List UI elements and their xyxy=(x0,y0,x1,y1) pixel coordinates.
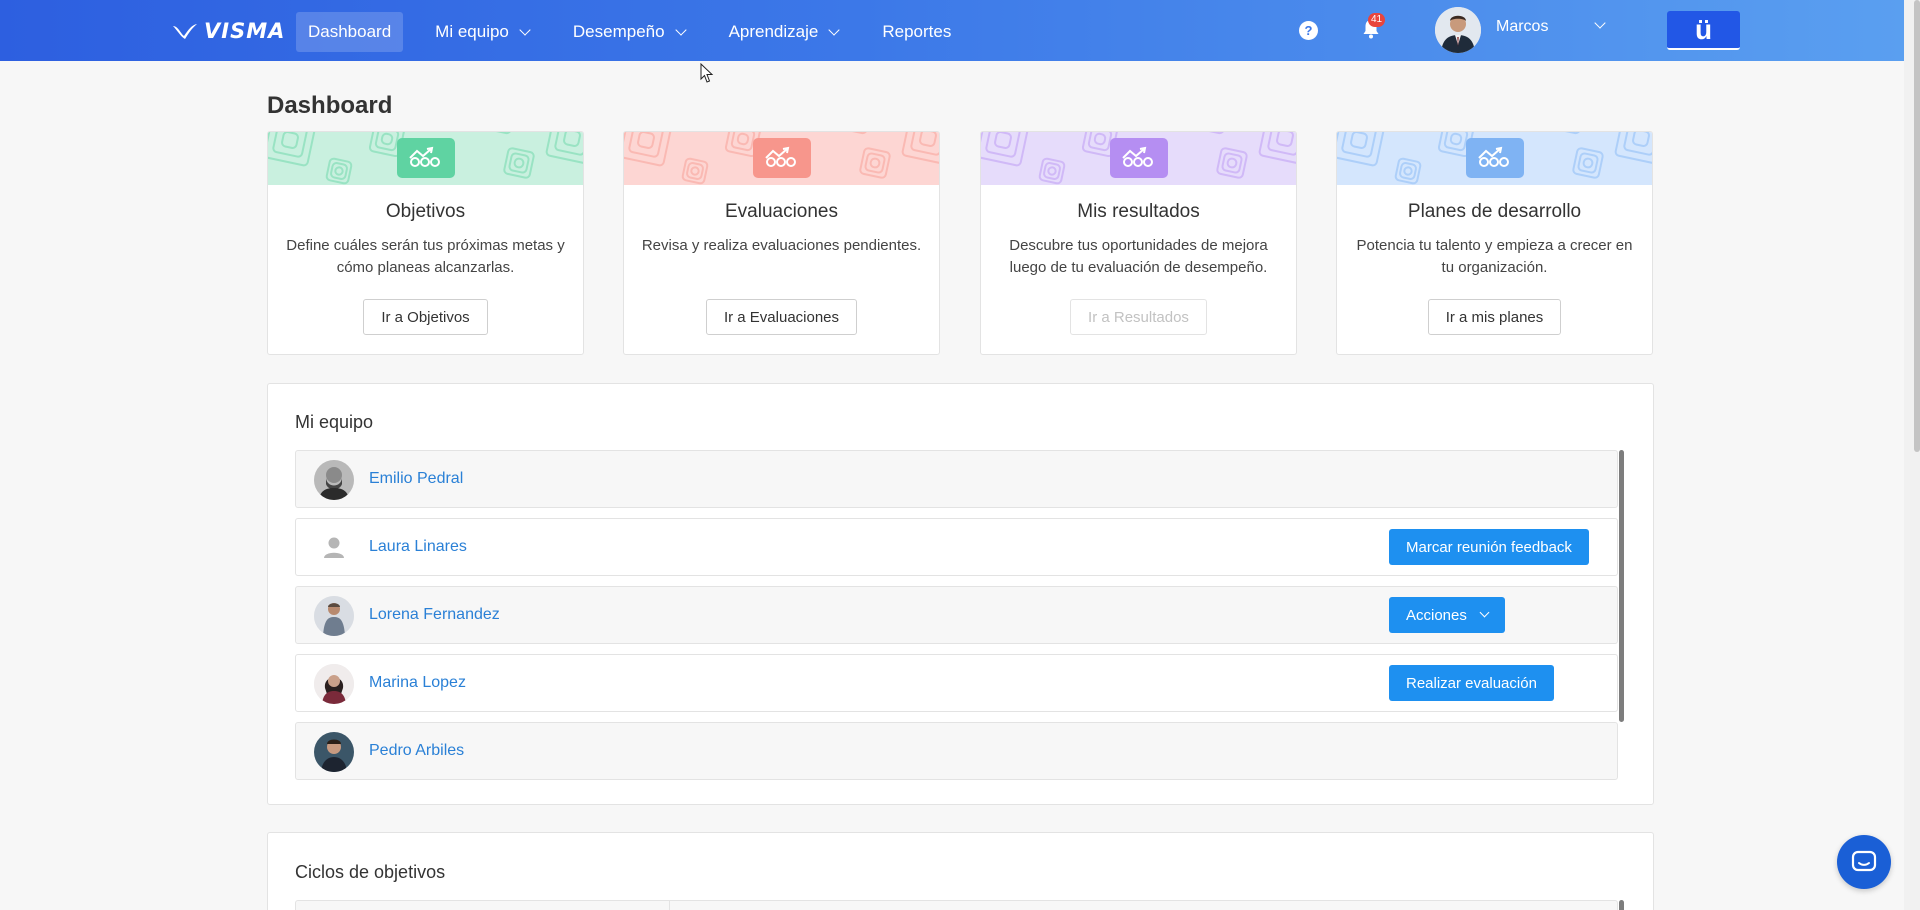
team-list-scrollbar[interactable] xyxy=(1619,450,1624,722)
cycles-panel: Ciclos de objetivos xyxy=(267,832,1654,910)
card-banner xyxy=(624,132,939,185)
nav-label: Mi equipo xyxy=(435,22,509,41)
schedule-feedback-button[interactable]: Marcar reunión feedback xyxy=(1389,529,1589,565)
nav-dashboard[interactable]: Dashboard xyxy=(296,12,404,52)
team-row: Emilio Pedral xyxy=(295,450,1618,508)
user-placeholder-icon xyxy=(314,528,354,568)
growth-trend-icon xyxy=(1110,138,1168,178)
growth-trend-icon xyxy=(753,138,811,178)
user-name[interactable]: Marcos xyxy=(1496,18,1548,36)
card-description: Define cuáles serán tus próximas metas y… xyxy=(286,237,565,276)
nav-label: Reportes xyxy=(882,22,952,41)
member-name-link[interactable]: Lorena Fernandez xyxy=(369,606,500,624)
chevron-down-icon[interactable] xyxy=(1594,17,1606,29)
page-scrollbar-thumb[interactable] xyxy=(1914,0,1920,452)
team-row: Lorena Fernandez Acciones xyxy=(295,586,1618,644)
team-panel: Mi equipo Emilio Pedral Laura Linares Ma… xyxy=(267,383,1654,805)
card-description: Descubre tus oportunidades de mejora lue… xyxy=(1009,237,1268,276)
go-to-objetivos-button[interactable]: Ir a Objetivos xyxy=(363,299,488,335)
button-label: Acciones xyxy=(1406,606,1467,624)
perform-evaluation-button[interactable]: Realizar evaluación xyxy=(1389,665,1554,701)
mouse-cursor-icon xyxy=(700,63,714,83)
member-name-link[interactable]: Laura Linares xyxy=(369,538,467,556)
actions-dropdown-button[interactable]: Acciones xyxy=(1389,597,1505,633)
go-to-evaluaciones-button[interactable]: Ir a Evaluaciones xyxy=(705,299,858,335)
nav-aprendizaje[interactable]: Aprendizaje xyxy=(717,12,851,52)
card-banner xyxy=(981,132,1296,185)
card-description: Revisa y realiza evaluaciones pendientes… xyxy=(641,237,922,254)
chevron-down-icon xyxy=(1479,607,1490,618)
member-name-link[interactable]: Emilio Pedral xyxy=(369,470,463,488)
team-title: Mi equipo xyxy=(295,412,374,432)
avatar xyxy=(314,460,354,500)
user-avatar[interactable] xyxy=(1435,7,1481,53)
nav-mi-equipo[interactable]: Mi equipo xyxy=(423,12,541,52)
chevron-down-icon xyxy=(674,23,687,36)
top-navigation-bar: VISMA Dashboard Mi equipo Desempeño Apre… xyxy=(0,0,1904,61)
nav-label: Desempeño xyxy=(572,22,665,41)
cycles-table xyxy=(295,900,1618,910)
nav-label: Dashboard xyxy=(308,22,392,41)
chevron-down-icon xyxy=(519,23,531,36)
notification-count-badge: 41 xyxy=(1368,13,1386,27)
page-title: Dashboard xyxy=(267,92,393,119)
team-row: Laura Linares Marcar reunión feedback xyxy=(295,518,1618,576)
growth-trend-icon xyxy=(397,138,455,178)
nav-desempeno[interactable]: Desempeño xyxy=(561,12,697,52)
main-nav: Dashboard Mi equipo Desempeño Aprendizaj… xyxy=(296,12,983,52)
card-title: Evaluaciones xyxy=(724,201,839,222)
card-title: Objetivos xyxy=(385,201,466,222)
member-name-link[interactable]: Pedro Arbiles xyxy=(369,742,464,760)
button-label: Marcar reunión feedback xyxy=(1406,538,1572,556)
chat-bubble-icon[interactable] xyxy=(1837,835,1891,889)
growth-trend-icon xyxy=(1466,138,1524,178)
visma-swoosh-icon xyxy=(173,24,197,39)
button-label: Realizar evaluación xyxy=(1406,674,1537,692)
card-title: Planes de desarrollo xyxy=(1407,201,1582,222)
card-banner xyxy=(1337,132,1652,185)
avatar xyxy=(314,732,354,772)
go-to-planes-button[interactable]: Ir a mis planes xyxy=(1427,299,1562,335)
team-row: Marina Lopez Realizar evaluación xyxy=(295,654,1618,712)
logo-text: VISMA xyxy=(204,19,286,43)
go-to-resultados-button: Ir a Resultados xyxy=(1070,299,1207,335)
card-objetivos: Objetivos Define cuáles serán tus próxim… xyxy=(267,131,584,355)
chevron-down-icon xyxy=(828,23,841,36)
team-row: Pedro Arbiles xyxy=(295,722,1618,780)
avatar xyxy=(314,596,354,636)
visma-logo[interactable]: VISMA xyxy=(172,18,285,44)
column-divider xyxy=(669,901,670,910)
card-description: Potencia tu talento y empieza a crecer e… xyxy=(1356,237,1633,276)
cycles-title: Ciclos de objetivos xyxy=(295,862,446,882)
member-name-link[interactable]: Marina Lopez xyxy=(369,674,466,692)
cycles-list-scrollbar[interactable] xyxy=(1619,900,1624,910)
card-evaluaciones: Evaluaciones Revisa y realiza evaluacion… xyxy=(623,131,940,355)
card-mis-resultados: Mis resultados Descubre tus oportunidade… xyxy=(980,131,1297,355)
brand-app-button[interactable]: ü xyxy=(1667,11,1740,50)
nav-reportes[interactable]: Reportes xyxy=(870,12,963,52)
avatar xyxy=(314,664,354,704)
card-banner xyxy=(268,132,583,185)
nav-label: Aprendizaje xyxy=(728,22,819,41)
card-title: Mis resultados xyxy=(1077,201,1200,222)
question-circle-icon[interactable]: ? xyxy=(1299,21,1318,40)
card-planes-desarrollo: Planes de desarrollo Potencia tu talento… xyxy=(1336,131,1653,355)
